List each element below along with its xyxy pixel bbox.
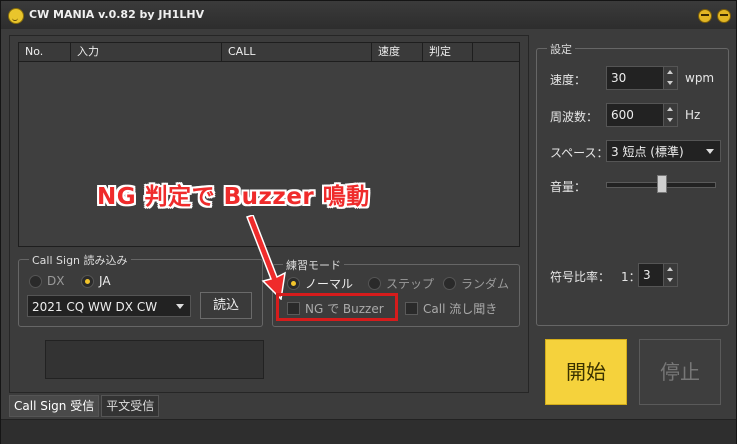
checkbox-icon — [405, 302, 418, 315]
title-bar: CW MANIA v.0.82 by JH1LHV — [1, 1, 736, 29]
start-button[interactable]: 開始 — [545, 339, 627, 405]
annotation-arrow-icon — [246, 215, 286, 300]
mode-random[interactable]: ランダム — [443, 275, 509, 292]
speed-unit: wpm — [685, 71, 715, 85]
minimize-icon[interactable] — [698, 9, 712, 23]
mode-random-label: ランダム — [461, 277, 510, 291]
smiley-app-icon — [8, 8, 24, 24]
space-select[interactable]: 3 短点 (標準) — [606, 140, 721, 162]
chevron-down-icon — [176, 304, 184, 309]
col-no[interactable]: No. — [19, 43, 71, 61]
ratio-label: 符号比率： — [550, 270, 611, 284]
col-judge[interactable]: 判定 — [423, 43, 473, 61]
volume-thumb[interactable] — [657, 175, 667, 193]
freq-value: 600 — [611, 108, 634, 122]
speed-spinner[interactable]: 30 — [606, 66, 678, 90]
space-label: スペース： — [550, 146, 609, 160]
mode-step-label: ステップ — [386, 277, 435, 291]
settings-group-label: 設定 — [547, 41, 575, 57]
radio-ja[interactable]: JA — [81, 274, 111, 288]
freq-label: 周波数： — [550, 110, 599, 124]
close-icon[interactable] — [717, 9, 731, 23]
ratio-value: 3 — [643, 268, 651, 282]
call-listen-checkbox[interactable]: Call 流し聞き — [405, 300, 497, 317]
app-window: CW MANIA v.0.82 by JH1LHV No. 入力 CALL 速度… — [0, 0, 737, 444]
call-listen-label: Call 流し聞き — [423, 302, 498, 316]
speed-value: 30 — [611, 71, 627, 85]
grid-header: No. 入力 CALL 速度 判定 — [19, 43, 519, 62]
radio-ja-label: JA — [99, 274, 111, 288]
callsign-group-label: Call Sign 読み込み — [29, 252, 131, 268]
status-display — [45, 340, 264, 379]
speed-label: 速度： — [550, 73, 587, 87]
callsign-group: Call Sign 読み込み DX JA 2021 CQ WW DX CW 読込 — [18, 252, 263, 327]
window-title: CW MANIA v.0.82 by JH1LHV — [29, 8, 205, 21]
radio-circle-icon — [368, 277, 381, 290]
spin-down-icon[interactable] — [663, 78, 677, 89]
col-call[interactable]: CALL — [222, 43, 372, 61]
space-value: 3 短点 (標準) — [611, 145, 684, 159]
mode-normal[interactable]: ノーマル — [287, 275, 353, 292]
radio-dx[interactable]: DX — [29, 274, 64, 288]
freq-unit: Hz — [685, 108, 701, 122]
mode-step[interactable]: ステップ — [368, 275, 434, 292]
spin-down-icon[interactable] — [663, 115, 677, 126]
annotation-highlight-box — [276, 293, 398, 321]
annotation-text: NG 判定で Buzzer 鳴動 — [97, 184, 370, 210]
chevron-down-icon — [706, 149, 714, 154]
tab-bar: Call Sign 受信 平文受信 — [9, 395, 161, 417]
radio-selected-icon — [81, 274, 94, 288]
radio-dx-label: DX — [47, 274, 65, 288]
ratio-spinner[interactable]: 3 — [638, 263, 678, 287]
contest-value: 2021 CQ WW DX CW — [32, 300, 158, 314]
spin-down-icon[interactable] — [663, 275, 677, 286]
tab-plaintext-receive[interactable]: 平文受信 — [101, 395, 160, 417]
practice-group-label: 練習モード — [283, 257, 344, 273]
status-bar — [1, 419, 736, 444]
col-input[interactable]: 入力 — [71, 43, 222, 61]
tab-callsign-receive[interactable]: Call Sign 受信 — [9, 395, 100, 417]
mode-normal-label: ノーマル — [305, 277, 354, 291]
volume-label: 音量： — [550, 180, 587, 194]
radio-circle-icon — [29, 274, 42, 288]
radio-circle-icon — [443, 277, 456, 290]
contest-select[interactable]: 2021 CQ WW DX CW — [27, 295, 191, 317]
freq-spinner[interactable]: 600 — [606, 103, 678, 127]
col-speed[interactable]: 速度 — [372, 43, 423, 61]
stop-button[interactable]: 停止 — [639, 339, 721, 405]
